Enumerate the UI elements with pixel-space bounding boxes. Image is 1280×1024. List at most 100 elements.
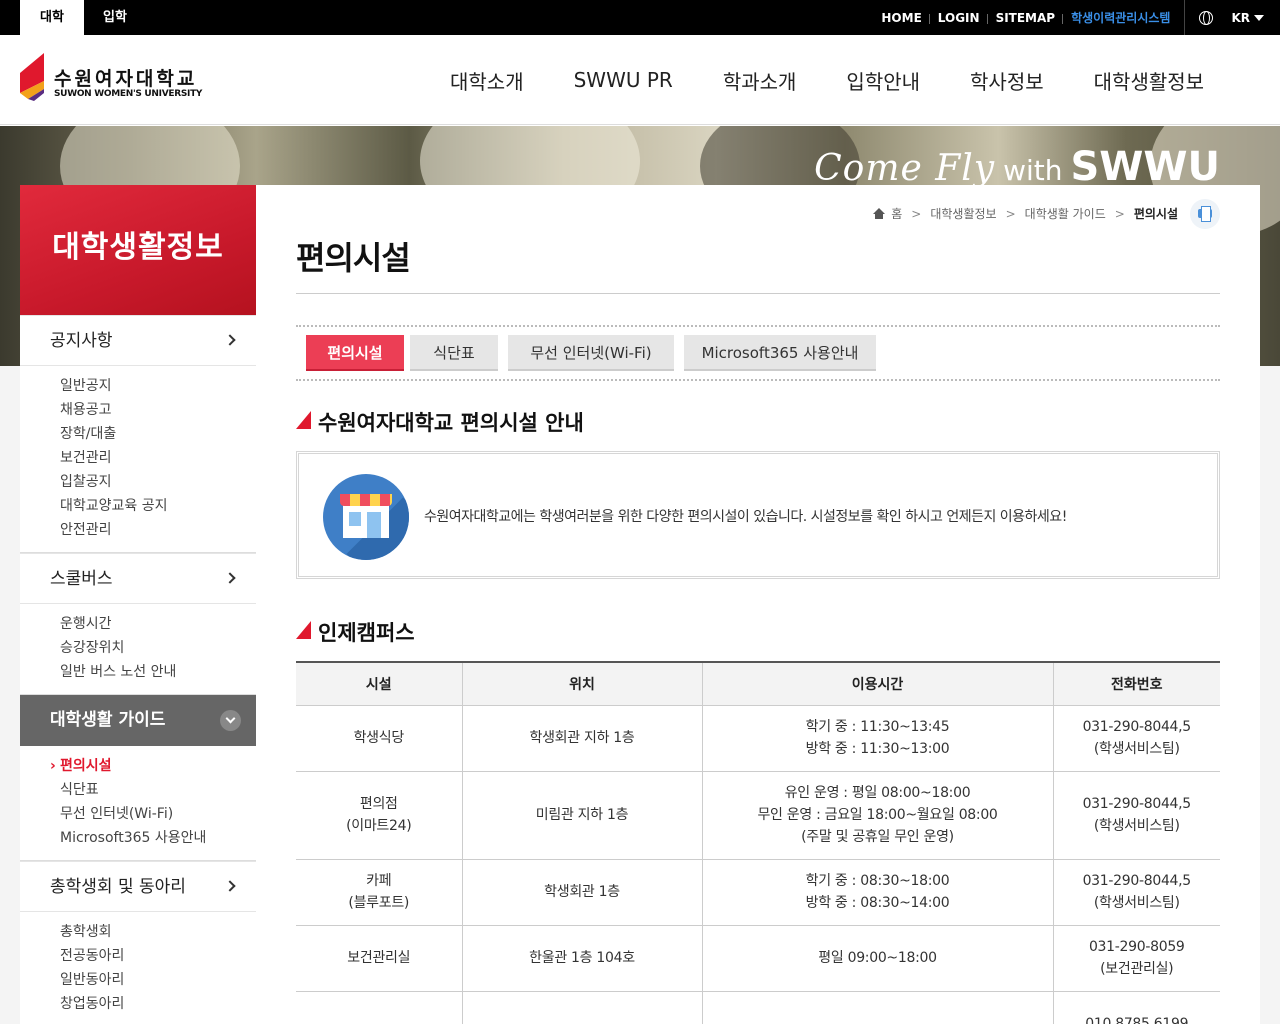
sidebar-subitem[interactable]: 운행시간 — [60, 612, 256, 636]
tab-wifi[interactable]: 무선 인터넷(Wi-Fi) — [508, 335, 674, 371]
login-link[interactable]: LOGIN — [930, 11, 988, 25]
phone-cell-line: 031-290-8044,5 — [1082, 796, 1192, 812]
nav-pr[interactable]: SWWU PR — [574, 68, 673, 92]
chevron-down-circle-icon — [220, 710, 241, 731]
hours-cell-line: 방학 중 : 11:30~13:00 — [805, 741, 950, 757]
sidebar-subitem-active[interactable]: 편의시설 — [50, 754, 256, 778]
content-tabs: 편의시설 식단표 무선 인터넷(Wi-Fi) Microsoft365 사용안내 — [296, 325, 1220, 381]
chevron-right-icon — [224, 334, 236, 346]
university-logo[interactable]: 수원여자대학교 SUWON WOMEN'S UNIVERSITY — [20, 53, 210, 103]
sidebar-subitem[interactable]: 안전관리 — [60, 518, 256, 542]
home-link[interactable]: HOME — [873, 11, 931, 25]
chevron-right-icon — [224, 880, 236, 892]
hours-cell: 평일 09:00~18:00 — [701, 925, 1053, 992]
location-cell-line: 학생회관 1층 — [544, 884, 620, 900]
facility-cell — [296, 991, 462, 1024]
phone-cell: 010.8785.6199 — [1052, 991, 1220, 1024]
sidebar-item-notices[interactable]: 공지사항 — [20, 315, 256, 366]
column-header: 위치 — [461, 662, 702, 706]
breadcrumb-separator-icon: > — [1005, 206, 1016, 221]
facility-cell: 학생식당 — [296, 705, 462, 772]
section-heading-text: 수원여자대학교 편의시설 안내 — [318, 411, 584, 435]
table-row: 학생식당 학생회관 지하 1층 학기 중 : 11:30~13:45 방학 중 : 1… — [296, 705, 1220, 772]
phone-cell-line: 031-290-8059 — [1088, 939, 1185, 955]
nav-academics[interactable]: 학사정보 — [970, 66, 1044, 95]
hours-cell — [701, 991, 1053, 1024]
caret-down-icon — [1254, 14, 1264, 21]
sidebar-item-school-bus[interactable]: 스쿨버스 — [20, 553, 256, 604]
page-title: 편의시설 — [296, 239, 411, 277]
sidebar-subitem[interactable]: 일반공지 — [60, 374, 256, 398]
column-header: 시설 — [296, 662, 462, 706]
phone-cell-line: 031-290-8044,5 — [1082, 719, 1192, 735]
facility-cell-line: 카페 — [366, 873, 392, 889]
tab-admission[interactable]: 입학 — [90, 0, 140, 35]
breadcrumb: 홈 > 대학생활정보 > 대학생활 가이드 > 편의시설 — [873, 205, 1178, 222]
sidebar-subitem[interactable]: Microsoft365 사용안내 — [60, 826, 256, 850]
phone-cell-line: (보건관리실) — [1100, 961, 1174, 977]
sidebar-group-campus-guide: 대학생활 가이드 편의시설 식단표 무선 인터넷(Wi-Fi) Microsof… — [20, 695, 256, 861]
sidebar-subitem[interactable]: 일반동아리 — [60, 968, 256, 992]
sidebar-item-campus-guide[interactable]: 대학생활 가이드 — [20, 695, 256, 746]
sidebar-item-student-council[interactable]: 총학생회 및 동아리 — [20, 861, 256, 912]
sidebar-subitem[interactable]: 입찰공지 — [60, 470, 256, 494]
facility-cell: 보건관리실 — [296, 925, 462, 992]
sidebar-subitem[interactable]: 장학/대출 — [60, 422, 256, 446]
location-cell: 학생회관 지하 1층 — [461, 705, 702, 772]
breadcrumb-home[interactable]: 홈 — [891, 205, 902, 222]
student-record-system-link[interactable]: 학생이력관리시스템 — [1063, 9, 1180, 26]
facility-cell: 카페 (블루포트) — [296, 859, 462, 926]
nav-departments[interactable]: 학과소개 — [723, 66, 797, 95]
hours-cell-line: 학기 중 : 08:30~18:00 — [805, 873, 950, 889]
facility-cell-line: (이마트24) — [346, 818, 412, 834]
facility-cell: 편의점 (이마트24) — [296, 771, 462, 860]
table-row: 편의점 (이마트24) 미림관 지하 1층 유인 운영 : 평일 08:00~18:0… — [296, 771, 1220, 860]
globe-icon — [1199, 10, 1214, 25]
sidebar-subitem[interactable]: 무선 인터넷(Wi-Fi) — [60, 802, 256, 826]
sidebar-subitem[interactable]: 전공동아리 — [60, 944, 256, 968]
nav-about[interactable]: 대학소개 — [450, 66, 524, 95]
nav-campus-life[interactable]: 대학생활정보 — [1094, 66, 1204, 95]
location-cell: 미림관 지하 1층 — [461, 771, 702, 860]
section-heading-intro: 수원여자대학교 편의시설 안내 — [296, 407, 584, 437]
hours-cell-line: 유인 운영 : 평일 08:00~18:00 — [784, 785, 971, 801]
section-heading-campus: 인제캠퍼스 — [296, 617, 415, 647]
sidebar-subitem[interactable]: 보건관리 — [60, 446, 256, 470]
logo-name-english: SUWON WOMEN'S UNIVERSITY — [54, 89, 203, 99]
language-selector[interactable]: KR — [1184, 0, 1280, 35]
tab-facilities[interactable]: 편의시설 — [306, 335, 404, 371]
breadcrumb-item[interactable]: 대학생활 가이드 — [1025, 205, 1106, 222]
sidebar-group-school-bus: 스쿨버스 운행시간 승강장위치 일반 버스 노선 안내 — [20, 553, 256, 695]
sidebar-subitem[interactable]: 총학생회 — [60, 920, 256, 944]
facility-cell-line: 편의점 — [359, 796, 398, 812]
sidebar-subitem[interactable]: 대학교양교육 공지 — [60, 494, 256, 518]
nav-admission[interactable]: 입학안내 — [846, 66, 920, 95]
sidebar-subitem[interactable]: 승강장위치 — [60, 636, 256, 660]
sidebar-subitem[interactable]: 식단표 — [60, 778, 256, 802]
tab-microsoft365[interactable]: Microsoft365 사용안내 — [684, 335, 876, 371]
sidebar-group-label: 총학생회 및 동아리 — [50, 877, 186, 897]
hours-cell: 학기 중 : 08:30~18:00 방학 중 : 08:30~14:00 — [701, 859, 1053, 926]
sidebar-title: 대학생활정보 — [20, 185, 256, 315]
site-header: 수원여자대학교 SUWON WOMEN'S UNIVERSITY 대학소개 SW… — [0, 35, 1280, 125]
phone-cell: 031-290-8059 (보건관리실) — [1052, 925, 1220, 992]
tab-meal-menu[interactable]: 식단표 — [410, 335, 498, 371]
phone-cell-line: (학생서비스팀) — [1093, 895, 1180, 911]
utility-nav: HOME LOGIN SITEMAP 학생이력관리시스템 KR — [873, 0, 1280, 35]
facility-table: 시설 위치 이용시간 전화번호 학생식당 학생회관 지하 1층 학기 중 : 11:… — [296, 661, 1220, 1024]
sidebar-group-label: 스쿨버스 — [50, 569, 113, 589]
location-cell-line: 미림관 지하 1층 — [535, 807, 629, 823]
print-button[interactable] — [1190, 199, 1220, 229]
hours-cell: 학기 중 : 11:30~13:45 방학 중 : 11:30~13:00 — [701, 705, 1053, 772]
breadcrumb-item[interactable]: 대학생활정보 — [930, 205, 996, 222]
facility-table-body: 학생식당 학생회관 지하 1층 학기 중 : 11:30~13:45 방학 중 : 1… — [296, 705, 1220, 1024]
tab-university[interactable]: 대학 — [20, 0, 84, 35]
hours-cell-line: 평일 09:00~18:00 — [818, 950, 937, 966]
sidebar-subitem[interactable]: 일반 버스 노선 안내 — [60, 660, 256, 684]
sidebar-subitem[interactable]: 채용공고 — [60, 398, 256, 422]
location-cell: 한울관 1층 104호 — [461, 925, 702, 992]
sitemap-link[interactable]: SITEMAP — [988, 11, 1064, 25]
sidebar-subitem[interactable]: 창업동아리 — [60, 992, 256, 1016]
breadcrumb-separator-icon: > — [911, 206, 922, 221]
logo-mark-icon — [20, 53, 44, 101]
